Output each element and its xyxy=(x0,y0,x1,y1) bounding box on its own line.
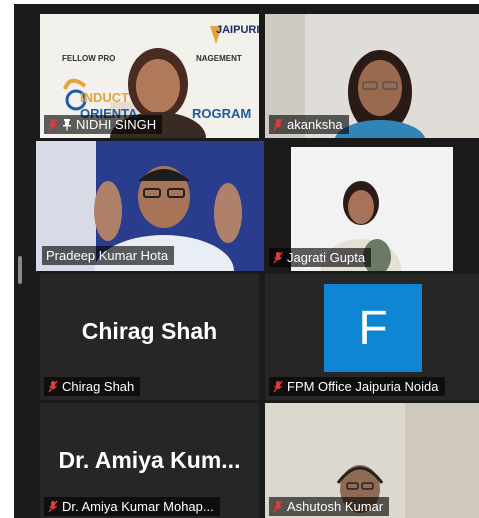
muted-mic-icon xyxy=(273,380,283,393)
avatar: F xyxy=(324,284,422,372)
participant-tile-pradeep-kumar-hota[interactable]: Pradeep Kumar Hota xyxy=(36,141,264,271)
participant-label: Dr. Amiya Kumar Mohap... xyxy=(44,497,220,516)
participant-label: NIDHI SINGH xyxy=(44,115,163,134)
avatar-letter: F xyxy=(358,301,388,355)
muted-mic-icon xyxy=(273,500,283,513)
participant-tile-fpm-office[interactable]: F FPM Office Jaipuria Noida xyxy=(265,274,479,400)
banner-brand: JAIPURIA xyxy=(216,24,259,36)
participant-name: FPM Office Jaipuria Noida xyxy=(287,379,439,394)
participant-name: Pradeep Kumar Hota xyxy=(46,248,169,263)
participant-label: Ashutosh Kumar xyxy=(269,497,390,516)
video-grid: JAIPURIA FELLOW PRO NAGEMENT INDUCT ORIE… xyxy=(14,4,479,518)
pin-icon xyxy=(63,119,71,131)
participant-label: Pradeep Kumar Hota xyxy=(42,246,175,265)
participant-tile-ashutosh-kumar[interactable]: Ashutosh Kumar xyxy=(265,403,479,518)
participant-display-name: Dr. Amiya Kum... xyxy=(58,447,241,473)
muted-mic-icon xyxy=(48,118,58,131)
muted-mic-icon xyxy=(48,380,58,393)
participant-label: Chirag Shah xyxy=(44,377,141,396)
muted-mic-icon xyxy=(48,500,58,513)
participant-tile-amiya-kumar[interactable]: Dr. Amiya Kum... Dr. Amiya Kumar Mohap..… xyxy=(40,403,259,518)
banner-program: ROGRAM xyxy=(192,106,252,121)
banner-induct: INDUCT xyxy=(80,90,130,105)
participant-tile-chirag-shah[interactable]: Chirag Shah Chirag Shah xyxy=(40,274,259,400)
participant-tile-jagrati-gupta[interactable]: Jagrati Gupta xyxy=(265,141,479,271)
participant-name: Chirag Shah xyxy=(62,379,135,394)
left-edge-scroll-handle[interactable] xyxy=(18,256,22,284)
participant-display-name: Chirag Shah xyxy=(81,318,218,344)
participant-label: Jagrati Gupta xyxy=(269,248,372,267)
participant-name: Dr. Amiya Kumar Mohap... xyxy=(62,499,214,514)
banner-line1b: NAGEMENT xyxy=(196,54,242,63)
participant-tile-akanksha[interactable]: akanksha xyxy=(265,14,479,138)
participant-name: NIDHI SINGH xyxy=(76,117,157,132)
participant-name: akanksha xyxy=(287,117,343,132)
participant-name: Ashutosh Kumar xyxy=(287,499,384,514)
participant-label: akanksha xyxy=(269,115,349,134)
participant-tile-nidhi-singh[interactable]: JAIPURIA FELLOW PRO NAGEMENT INDUCT ORIE… xyxy=(40,14,259,138)
muted-mic-icon xyxy=(273,251,283,264)
participant-label: FPM Office Jaipuria Noida xyxy=(269,377,445,396)
banner-line1: FELLOW PRO xyxy=(62,54,116,63)
participant-name: Jagrati Gupta xyxy=(287,250,366,265)
muted-mic-icon xyxy=(273,118,283,131)
